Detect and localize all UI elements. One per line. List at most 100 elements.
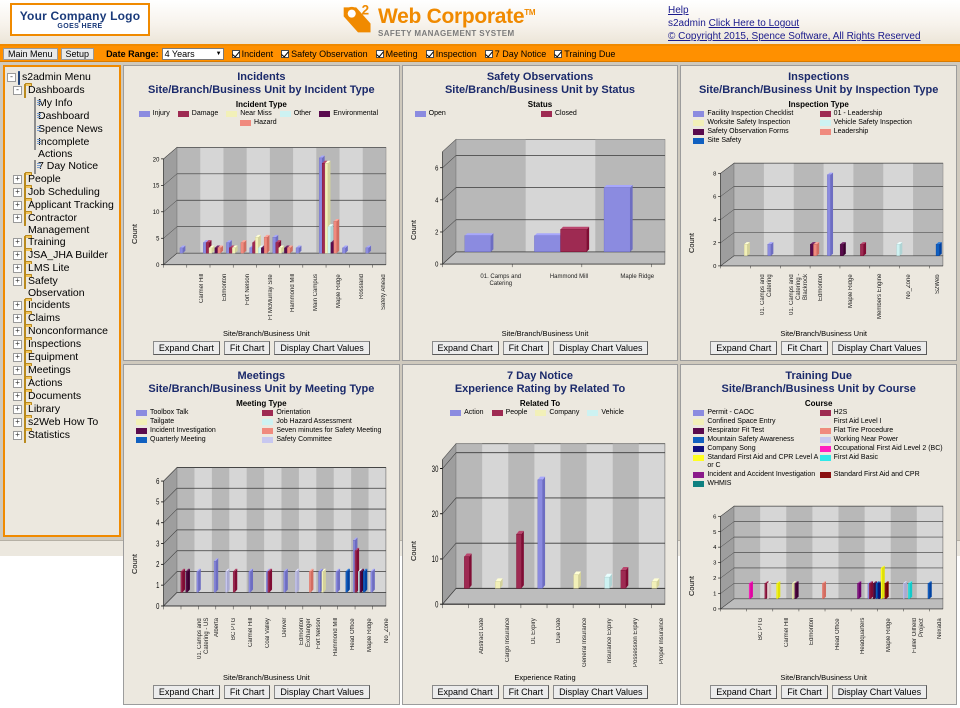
expand-icon[interactable]: + [13, 313, 22, 323]
display-chart-values-button[interactable]: Display Chart Values [274, 684, 370, 699]
legend-label: Vehicle [601, 409, 624, 417]
plot-canvas[interactable]: 0 5 10 15 20 [140, 130, 393, 274]
expand-icon[interactable]: + [13, 263, 22, 273]
sidebar-item-training[interactable]: + Training [7, 236, 117, 250]
expand-icon[interactable]: + [13, 174, 22, 184]
fit-chart-button[interactable]: Fit Chart [502, 341, 550, 356]
expand-icon[interactable]: + [13, 326, 22, 336]
checkbox-icon[interactable] [425, 49, 434, 58]
expand-icon[interactable]: + [13, 404, 22, 414]
expand-icon[interactable]: + [13, 213, 22, 223]
plot-canvas[interactable]: 0 10 20 30 [419, 420, 672, 617]
sidebar-item-s2admin-menu[interactable]: - s2admin Menu [7, 71, 117, 85]
sidebar-item-library[interactable]: + Library [7, 403, 117, 417]
sidebar-item-label: Job Scheduling [28, 186, 100, 198]
sidebar-item-people[interactable]: + People [7, 173, 117, 187]
expand-chart-button[interactable]: Expand Chart [431, 684, 499, 699]
sidebar-item-incidents[interactable]: + Incidents [7, 299, 117, 313]
chart-title: Safety Observations [486, 71, 594, 83]
display-chart-values-button[interactable]: Display Chart Values [553, 341, 649, 356]
dashboard-row-bottom: Meetings Site/Branch/Business Unit by Mee… [123, 364, 958, 707]
display-chart-values-button[interactable]: Display Chart Values [831, 341, 928, 356]
fit-chart-button[interactable]: Fit Chart [781, 341, 828, 356]
plot-area: 0 10 20 30 Abstract Date Cargo Insurance DL Ex… [419, 420, 672, 682]
expand-chart-button[interactable]: Expand Chart [152, 341, 220, 356]
sidebar-item-applicant-tracking[interactable]: + Applicant Tracking [7, 199, 117, 213]
expand-icon[interactable]: + [13, 187, 22, 197]
fit-chart-button[interactable]: Fit Chart [781, 684, 828, 699]
filter-safety-observation[interactable]: Safety Observation [281, 49, 368, 59]
expand-chart-button[interactable]: Expand Chart [152, 684, 220, 699]
sidebar-item-lms-lite[interactable]: + LMS Lite [7, 262, 117, 276]
expand-icon[interactable]: + [13, 378, 22, 388]
plot-canvas[interactable]: 0 1 2 3 4 5 6 [140, 447, 393, 617]
sidebar-item-my-info[interactable]: My Info [7, 97, 117, 111]
brand-title-text: Web Corporate [378, 5, 525, 28]
collapse-icon[interactable]: - [7, 72, 16, 82]
sidebar-item-dashboard[interactable]: Dashboard [7, 110, 117, 124]
expand-icon[interactable]: + [13, 352, 22, 362]
collapse-icon[interactable]: - [13, 85, 22, 95]
sidebar-item-incomplete-actions[interactable]: Incomplete Actions [7, 136, 117, 160]
sidebar-item-documents[interactable]: + Documents [7, 390, 117, 404]
expand-icon[interactable]: + [13, 200, 22, 210]
expand-icon[interactable]: + [13, 391, 22, 401]
legend-item: Injury [138, 110, 170, 118]
plot-canvas[interactable]: 0 1 2 3 4 5 6 [697, 491, 950, 617]
x-tick-label: Fort Nelson [315, 617, 322, 649]
checkbox-icon[interactable] [484, 49, 493, 58]
fit-chart-button[interactable]: Fit Chart [502, 684, 550, 699]
legend-swatch [693, 446, 705, 453]
sidebar-item-contractor-management[interactable]: + Contractor Management [7, 212, 117, 236]
expand-icon[interactable]: + [13, 300, 22, 310]
display-chart-values-button[interactable]: Display Chart Values [553, 684, 649, 699]
expand-icon[interactable]: + [13, 339, 22, 349]
expand-icon[interactable]: + [13, 250, 22, 260]
expand-icon[interactable]: + [13, 417, 22, 427]
sidebar-item-job-scheduling[interactable]: + Job Scheduling [7, 186, 117, 200]
sidebar-item-meetings[interactable]: + Meetings [7, 364, 117, 378]
setup-button[interactable]: Setup [60, 47, 95, 60]
expand-icon[interactable]: + [13, 430, 22, 440]
filter-7-day-notice[interactable]: 7 Day Notice [484, 49, 546, 59]
expand-chart-button[interactable]: Expand Chart [710, 341, 778, 356]
expand-icon[interactable]: + [13, 237, 22, 247]
expand-icon[interactable]: + [13, 365, 22, 375]
logout-link[interactable]: Click Here to Logout [709, 18, 800, 29]
filter-training-due[interactable]: Training Due [554, 49, 615, 59]
sidebar-item-7-day-notice[interactable]: 7 Day Notice [7, 160, 117, 174]
sidebar-item-inspections[interactable]: + Inspections [7, 338, 117, 352]
filter-inspection[interactable]: Inspection [425, 49, 477, 59]
help-link[interactable]: Help [668, 5, 689, 16]
sidebar-item-statistics[interactable]: + Statistics [7, 429, 117, 443]
checkbox-icon[interactable] [281, 49, 290, 58]
sidebar-item-safety-observation[interactable]: + Safety Observation [7, 275, 117, 299]
checkbox-icon[interactable] [375, 49, 384, 58]
sidebar-item-spence-news[interactable]: Spence News [7, 123, 117, 137]
sidebar-item-s2web-how-to[interactable]: + s2Web How To [7, 416, 117, 430]
checkbox-icon[interactable] [554, 49, 563, 58]
expand-chart-button[interactable]: Expand Chart [431, 341, 499, 356]
checkbox-icon[interactable] [231, 49, 240, 58]
sidebar-item-dashboards[interactable]: - Dashboards [7, 84, 117, 98]
fit-chart-button[interactable]: Fit Chart [223, 341, 271, 356]
display-chart-values-button[interactable]: Display Chart Values [274, 341, 370, 356]
sidebar-item-nonconformance[interactable]: + Nonconformance [7, 325, 117, 339]
sidebar-item-equipment[interactable]: + Equipment [7, 351, 117, 365]
sidebar-item-actions[interactable]: + Actions [7, 377, 117, 391]
expand-chart-button[interactable]: Expand Chart [710, 684, 778, 699]
sidebar-item-claims[interactable]: + Claims [7, 312, 117, 326]
filter-meeting[interactable]: Meeting [375, 49, 418, 59]
sidebar-item-jsa-jha-builder[interactable]: + JSA_JHA Builder [7, 249, 117, 263]
filter-incident[interactable]: Incident [231, 49, 273, 59]
x-tick-label: Hammond Mill [549, 274, 589, 281]
expand-icon[interactable]: + [13, 276, 22, 286]
date-range-select[interactable]: 4 Years ▼ [161, 47, 224, 60]
display-chart-values-button[interactable]: Display Chart Values [831, 684, 928, 699]
plot-canvas[interactable]: 0 2 4 6 [419, 121, 672, 274]
legend-swatch [693, 419, 705, 426]
main-menu-button[interactable]: Main Menu [3, 47, 58, 60]
fit-chart-button[interactable]: Fit Chart [223, 684, 271, 699]
x-tick-label: Members Engine [876, 274, 883, 320]
plot-canvas[interactable]: 0 2 4 6 8 [697, 148, 950, 274]
